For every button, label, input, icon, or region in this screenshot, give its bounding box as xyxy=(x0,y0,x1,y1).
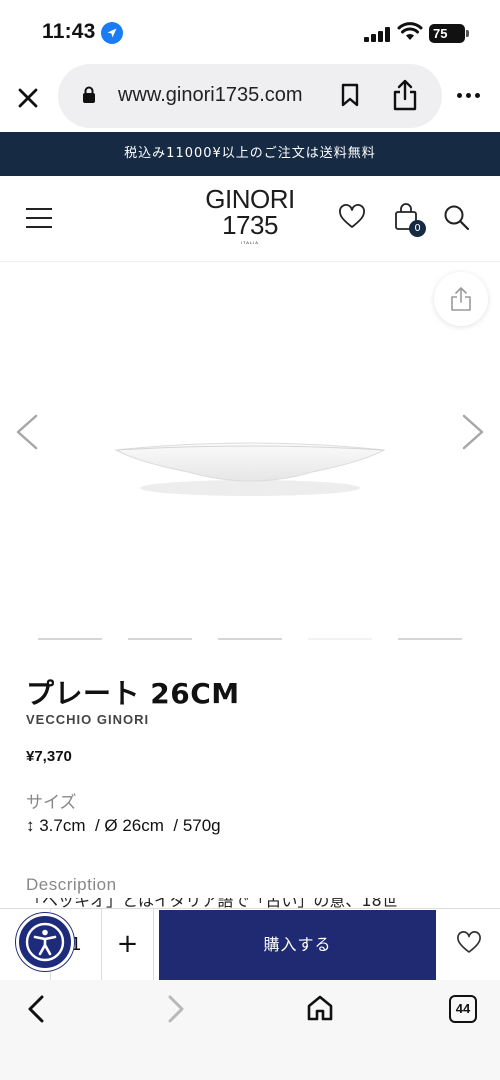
lock-icon xyxy=(82,86,96,108)
buy-button[interactable]: 購入する xyxy=(159,910,436,981)
status-time: 11:43 xyxy=(42,20,96,43)
battery-icon: 75 xyxy=(429,24,469,43)
add-to-wishlist-heart-icon[interactable] xyxy=(456,931,482,959)
wifi-icon xyxy=(397,22,423,46)
product-gallery[interactable] xyxy=(0,262,500,648)
gallery-pagination xyxy=(38,638,462,641)
product-price: ¥7,370 xyxy=(26,748,72,765)
gallery-dot[interactable] xyxy=(128,638,192,640)
browser-toolbar: 44 xyxy=(0,980,500,1080)
home-icon[interactable] xyxy=(305,993,335,1027)
description-label[interactable]: Description xyxy=(26,875,117,895)
location-arrow-icon xyxy=(101,22,123,44)
product-title: プレート 26CM xyxy=(26,677,240,710)
tabs-count-icon[interactable]: 44 xyxy=(449,995,477,1023)
back-arrow-icon[interactable] xyxy=(24,994,48,1028)
gallery-dot[interactable] xyxy=(218,638,282,640)
accessibility-icon xyxy=(25,922,65,962)
increase-quantity-button[interactable]: + xyxy=(102,909,154,981)
menu-icon[interactable] xyxy=(26,208,52,228)
logo-line-1: GINORI xyxy=(205,184,295,214)
product-image-plate xyxy=(112,438,388,506)
share-icon[interactable] xyxy=(392,78,418,116)
shipping-announcement: 税込み11000¥以上のご注文は送料無料 xyxy=(0,132,500,176)
site-header: GINORI 1735 ITALIA 0 xyxy=(0,176,500,262)
wishlist-heart-icon[interactable] xyxy=(338,204,366,234)
search-icon[interactable] xyxy=(443,204,471,236)
logo-line-2: 1735 xyxy=(222,210,278,240)
close-icon[interactable] xyxy=(14,84,42,112)
next-image-arrow-icon[interactable] xyxy=(460,412,488,456)
accessibility-button[interactable] xyxy=(16,913,74,971)
brand-logo[interactable]: GINORI 1735 ITALIA xyxy=(196,186,304,245)
previous-image-arrow-icon[interactable] xyxy=(12,412,40,456)
url-field[interactable]: www.ginori1735.com xyxy=(58,64,442,128)
product-brand[interactable]: VECCHIO GINORI xyxy=(26,712,149,727)
size-label: サイズ xyxy=(26,793,77,813)
logo-line-3: ITALIA xyxy=(241,240,259,245)
more-options-icon[interactable] xyxy=(457,93,483,101)
gallery-dot[interactable] xyxy=(308,638,372,640)
bookmark-icon[interactable] xyxy=(340,82,360,112)
size-dimensions: ↕ 3.7cm / Ø 26cm / 570g xyxy=(26,816,221,835)
forward-arrow-icon[interactable] xyxy=(164,994,188,1028)
gallery-dot[interactable] xyxy=(38,638,102,640)
cellular-signal-icon xyxy=(364,26,390,42)
browser-address-bar: www.ginori1735.com xyxy=(0,64,500,132)
status-bar: 11:43 75 xyxy=(0,0,500,64)
sticky-purchase-bar: 1 + 購入する xyxy=(0,908,500,981)
gallery-dot[interactable] xyxy=(398,638,462,640)
gallery-share-button[interactable] xyxy=(434,272,488,326)
cart-count-badge: 0 xyxy=(409,220,426,237)
url-text: www.ginori1735.com xyxy=(118,84,303,106)
share-icon xyxy=(451,287,471,311)
